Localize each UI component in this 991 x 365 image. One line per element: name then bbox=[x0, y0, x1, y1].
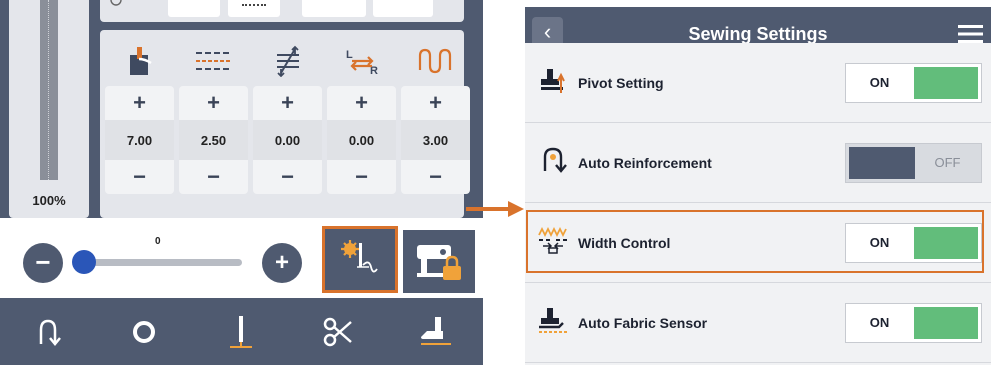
param-feed-adjust: + 0.00 − bbox=[253, 36, 322, 194]
needle-position-icon: LR bbox=[327, 36, 396, 86]
svg-text:L: L bbox=[346, 49, 353, 61]
increase-button[interactable]: + bbox=[179, 86, 248, 120]
fabric-sensor-icon bbox=[539, 308, 567, 333]
stage: 100% + 7.00 − + 2.50 − + 0.00 − L R + 0.… bbox=[0, 0, 991, 365]
sewing-machine-panel: 100% + 7.00 − + 2.50 − + 0.00 − L R + 0.… bbox=[0, 0, 483, 365]
param-needle-position: LR + 0.00 − bbox=[327, 36, 396, 194]
toggle-on-indicator bbox=[914, 67, 978, 99]
auto-reinforcement-toggle[interactable]: OFF bbox=[845, 143, 982, 183]
decrease-button[interactable]: − bbox=[179, 160, 248, 194]
toggle-state: ON bbox=[869, 75, 890, 90]
param-foot-pressure: + 7.00 − bbox=[105, 36, 174, 194]
decrease-button[interactable]: − bbox=[105, 160, 174, 194]
setting-label: Auto Fabric Sensor bbox=[578, 315, 708, 331]
top-strip bbox=[100, 0, 464, 22]
increase-button[interactable]: + bbox=[401, 86, 470, 120]
param-value: 0.00 bbox=[253, 120, 322, 160]
presser-foot-icon[interactable] bbox=[387, 298, 483, 365]
thread-cut-icon[interactable] bbox=[290, 298, 386, 365]
sewing-settings-button[interactable] bbox=[322, 226, 398, 293]
speed-gauge: 100% bbox=[9, 0, 89, 218]
speed-decrease-button[interactable]: − bbox=[23, 243, 63, 283]
speed-increase-button[interactable]: + bbox=[262, 243, 302, 283]
setting-row-auto-reinforcement: Auto Reinforcement OFF bbox=[525, 123, 991, 203]
sewing-settings-screen: Sewing Settings ‹ Pivot Setting ON Auto … bbox=[525, 7, 991, 365]
reverse-icon[interactable] bbox=[0, 298, 96, 365]
circle-icon[interactable] bbox=[96, 298, 192, 365]
toggle-off-indicator bbox=[849, 147, 915, 179]
sewing-settings-icon bbox=[341, 240, 378, 273]
speed-value: 0 bbox=[155, 236, 161, 247]
param-value: 0.00 bbox=[327, 120, 396, 160]
setting-row-pivot: Pivot Setting ON bbox=[525, 43, 991, 123]
top-strip-item[interactable] bbox=[373, 0, 433, 17]
machine-lock-icon bbox=[417, 245, 461, 280]
toggle-state: ON bbox=[869, 315, 890, 330]
auto-reinforcement-icon bbox=[543, 147, 567, 173]
needle-icon[interactable] bbox=[193, 298, 289, 365]
speed-control: − 0 + bbox=[0, 218, 483, 298]
param-value: 3.00 bbox=[401, 120, 470, 160]
top-strip-item[interactable] bbox=[302, 0, 366, 17]
highlight-frame bbox=[526, 210, 984, 273]
stitch-length-icon bbox=[179, 36, 248, 86]
menu-icon[interactable] bbox=[958, 23, 983, 45]
increase-button[interactable]: + bbox=[105, 86, 174, 120]
parameter-panel: + 7.00 − + 2.50 − + 0.00 − L R + 0.00 − … bbox=[100, 30, 470, 218]
decrease-button[interactable]: − bbox=[253, 160, 322, 194]
gauge-bar bbox=[40, 0, 58, 180]
top-strip-item[interactable] bbox=[228, 0, 280, 17]
setting-row-auto-fabric-sensor: Auto Fabric Sensor ON bbox=[525, 283, 991, 363]
stitch-width-icon bbox=[401, 36, 470, 86]
bottom-nav bbox=[0, 298, 483, 365]
speed-slider-track[interactable] bbox=[80, 259, 242, 266]
param-stitch-width: + 3.00 − bbox=[401, 36, 470, 194]
setting-label: Pivot Setting bbox=[578, 75, 664, 91]
foot-pressure-icon bbox=[105, 36, 174, 86]
top-strip-item[interactable] bbox=[168, 0, 220, 17]
top-strip-item[interactable] bbox=[110, 0, 122, 17]
increase-button[interactable]: + bbox=[253, 86, 322, 120]
feed-adjust-icon bbox=[253, 36, 322, 86]
pivot-icon bbox=[541, 69, 565, 93]
setting-label: Auto Reinforcement bbox=[578, 155, 712, 171]
toggle-on-indicator bbox=[914, 307, 978, 339]
gauge-label: 100% bbox=[32, 193, 66, 208]
param-value: 2.50 bbox=[179, 120, 248, 160]
toggle-state: OFF bbox=[934, 155, 961, 170]
machine-lock-button[interactable] bbox=[403, 230, 475, 293]
decrease-button[interactable]: − bbox=[401, 160, 470, 194]
decrease-button[interactable]: − bbox=[327, 160, 396, 194]
auto-fabric-sensor-toggle[interactable]: ON bbox=[845, 303, 982, 343]
param-stitch-length: + 2.50 − bbox=[179, 36, 248, 194]
increase-button[interactable]: + bbox=[327, 86, 396, 120]
speed-slider-knob[interactable] bbox=[72, 250, 96, 274]
param-value: 7.00 bbox=[105, 120, 174, 160]
pivot-toggle[interactable]: ON bbox=[845, 63, 982, 103]
arrow-indicator bbox=[466, 201, 524, 217]
